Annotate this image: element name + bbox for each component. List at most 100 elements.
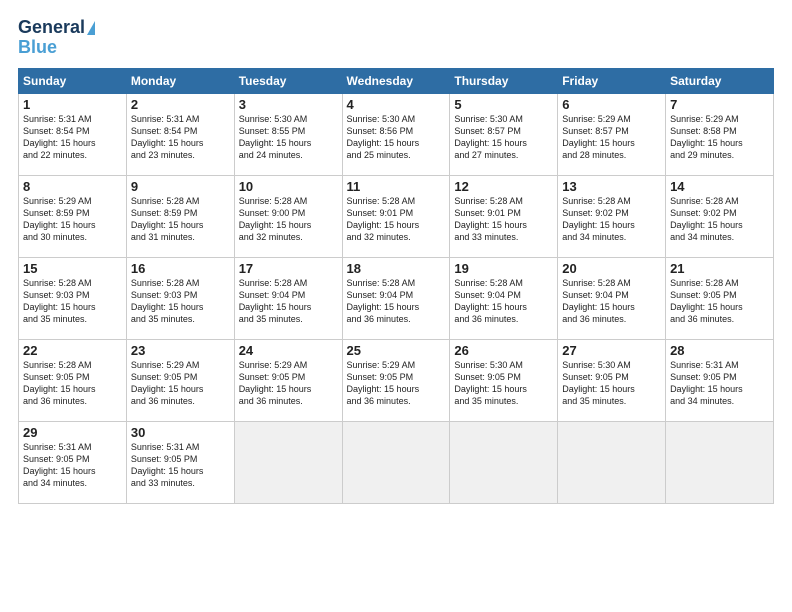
cell-info: Sunrise: 5:31 AMSunset: 8:54 PMDaylight:… xyxy=(131,114,204,160)
weekday-header-friday: Friday xyxy=(558,68,666,93)
calendar-week-2: 8 Sunrise: 5:29 AMSunset: 8:59 PMDayligh… xyxy=(19,175,774,257)
cell-info: Sunrise: 5:29 AMSunset: 9:05 PMDaylight:… xyxy=(347,360,420,406)
cell-info: Sunrise: 5:31 AMSunset: 8:54 PMDaylight:… xyxy=(23,114,96,160)
calendar-week-5: 29 Sunrise: 5:31 AMSunset: 9:05 PMDaylig… xyxy=(19,421,774,503)
day-number: 9 xyxy=(131,179,230,194)
calendar-cell: 27 Sunrise: 5:30 AMSunset: 9:05 PMDaylig… xyxy=(558,339,666,421)
calendar-cell: 26 Sunrise: 5:30 AMSunset: 9:05 PMDaylig… xyxy=(450,339,558,421)
calendar-cell: 8 Sunrise: 5:29 AMSunset: 8:59 PMDayligh… xyxy=(19,175,127,257)
weekday-header-sunday: Sunday xyxy=(19,68,127,93)
day-number: 26 xyxy=(454,343,553,358)
weekday-header-saturday: Saturday xyxy=(666,68,774,93)
calendar-cell: 4 Sunrise: 5:30 AMSunset: 8:56 PMDayligh… xyxy=(342,93,450,175)
calendar-cell: 17 Sunrise: 5:28 AMSunset: 9:04 PMDaylig… xyxy=(234,257,342,339)
day-number: 13 xyxy=(562,179,661,194)
calendar-cell: 21 Sunrise: 5:28 AMSunset: 9:05 PMDaylig… xyxy=(666,257,774,339)
calendar-cell: 18 Sunrise: 5:28 AMSunset: 9:04 PMDaylig… xyxy=(342,257,450,339)
cell-info: Sunrise: 5:30 AMSunset: 9:05 PMDaylight:… xyxy=(454,360,527,406)
page: General Blue SundayMondayTuesdayWednesda… xyxy=(0,0,792,612)
calendar-cell: 12 Sunrise: 5:28 AMSunset: 9:01 PMDaylig… xyxy=(450,175,558,257)
cell-info: Sunrise: 5:29 AMSunset: 8:59 PMDaylight:… xyxy=(23,196,96,242)
day-number: 18 xyxy=(347,261,446,276)
weekday-header-tuesday: Tuesday xyxy=(234,68,342,93)
day-number: 16 xyxy=(131,261,230,276)
day-number: 5 xyxy=(454,97,553,112)
day-number: 12 xyxy=(454,179,553,194)
cell-info: Sunrise: 5:28 AMSunset: 9:04 PMDaylight:… xyxy=(347,278,420,324)
day-number: 8 xyxy=(23,179,122,194)
calendar-cell xyxy=(234,421,342,503)
day-number: 21 xyxy=(670,261,769,276)
logo-triangle-icon xyxy=(87,21,95,35)
calendar-cell: 24 Sunrise: 5:29 AMSunset: 9:05 PMDaylig… xyxy=(234,339,342,421)
day-number: 1 xyxy=(23,97,122,112)
calendar-cell: 14 Sunrise: 5:28 AMSunset: 9:02 PMDaylig… xyxy=(666,175,774,257)
calendar-cell xyxy=(450,421,558,503)
cell-info: Sunrise: 5:31 AMSunset: 9:05 PMDaylight:… xyxy=(23,442,96,488)
cell-info: Sunrise: 5:31 AMSunset: 9:05 PMDaylight:… xyxy=(670,360,743,406)
calendar-cell: 15 Sunrise: 5:28 AMSunset: 9:03 PMDaylig… xyxy=(19,257,127,339)
weekday-header-wednesday: Wednesday xyxy=(342,68,450,93)
day-number: 14 xyxy=(670,179,769,194)
calendar-cell: 13 Sunrise: 5:28 AMSunset: 9:02 PMDaylig… xyxy=(558,175,666,257)
day-number: 19 xyxy=(454,261,553,276)
day-number: 17 xyxy=(239,261,338,276)
day-number: 4 xyxy=(347,97,446,112)
cell-info: Sunrise: 5:30 AMSunset: 8:57 PMDaylight:… xyxy=(454,114,527,160)
day-number: 10 xyxy=(239,179,338,194)
day-number: 20 xyxy=(562,261,661,276)
day-number: 27 xyxy=(562,343,661,358)
logo-general: General xyxy=(18,18,85,38)
calendar-week-1: 1 Sunrise: 5:31 AMSunset: 8:54 PMDayligh… xyxy=(19,93,774,175)
day-number: 7 xyxy=(670,97,769,112)
weekday-header-monday: Monday xyxy=(126,68,234,93)
calendar-header-row: SundayMondayTuesdayWednesdayThursdayFrid… xyxy=(19,68,774,93)
cell-info: Sunrise: 5:29 AMSunset: 9:05 PMDaylight:… xyxy=(131,360,204,406)
calendar-cell xyxy=(558,421,666,503)
day-number: 22 xyxy=(23,343,122,358)
day-number: 30 xyxy=(131,425,230,440)
calendar-cell: 22 Sunrise: 5:28 AMSunset: 9:05 PMDaylig… xyxy=(19,339,127,421)
calendar-week-4: 22 Sunrise: 5:28 AMSunset: 9:05 PMDaylig… xyxy=(19,339,774,421)
calendar-cell: 30 Sunrise: 5:31 AMSunset: 9:05 PMDaylig… xyxy=(126,421,234,503)
cell-info: Sunrise: 5:28 AMSunset: 9:05 PMDaylight:… xyxy=(23,360,96,406)
cell-info: Sunrise: 5:28 AMSunset: 9:04 PMDaylight:… xyxy=(454,278,527,324)
calendar-cell xyxy=(666,421,774,503)
calendar-cell: 23 Sunrise: 5:29 AMSunset: 9:05 PMDaylig… xyxy=(126,339,234,421)
cell-info: Sunrise: 5:28 AMSunset: 9:02 PMDaylight:… xyxy=(562,196,635,242)
calendar-cell: 10 Sunrise: 5:28 AMSunset: 9:00 PMDaylig… xyxy=(234,175,342,257)
calendar-cell: 29 Sunrise: 5:31 AMSunset: 9:05 PMDaylig… xyxy=(19,421,127,503)
cell-info: Sunrise: 5:28 AMSunset: 9:04 PMDaylight:… xyxy=(239,278,312,324)
calendar-cell: 20 Sunrise: 5:28 AMSunset: 9:04 PMDaylig… xyxy=(558,257,666,339)
cell-info: Sunrise: 5:28 AMSunset: 9:00 PMDaylight:… xyxy=(239,196,312,242)
header: General Blue xyxy=(18,18,774,58)
calendar-cell xyxy=(342,421,450,503)
logo-blue: Blue xyxy=(18,38,57,58)
day-number: 23 xyxy=(131,343,230,358)
cell-info: Sunrise: 5:28 AMSunset: 9:02 PMDaylight:… xyxy=(670,196,743,242)
cell-info: Sunrise: 5:29 AMSunset: 8:58 PMDaylight:… xyxy=(670,114,743,160)
calendar-cell: 6 Sunrise: 5:29 AMSunset: 8:57 PMDayligh… xyxy=(558,93,666,175)
logo: General Blue xyxy=(18,18,95,58)
calendar-cell: 2 Sunrise: 5:31 AMSunset: 8:54 PMDayligh… xyxy=(126,93,234,175)
cell-info: Sunrise: 5:28 AMSunset: 9:03 PMDaylight:… xyxy=(23,278,96,324)
cell-info: Sunrise: 5:28 AMSunset: 9:01 PMDaylight:… xyxy=(347,196,420,242)
cell-info: Sunrise: 5:28 AMSunset: 8:59 PMDaylight:… xyxy=(131,196,204,242)
cell-info: Sunrise: 5:31 AMSunset: 9:05 PMDaylight:… xyxy=(131,442,204,488)
cell-info: Sunrise: 5:30 AMSunset: 8:56 PMDaylight:… xyxy=(347,114,420,160)
day-number: 25 xyxy=(347,343,446,358)
calendar-week-3: 15 Sunrise: 5:28 AMSunset: 9:03 PMDaylig… xyxy=(19,257,774,339)
calendar-cell: 9 Sunrise: 5:28 AMSunset: 8:59 PMDayligh… xyxy=(126,175,234,257)
day-number: 2 xyxy=(131,97,230,112)
day-number: 3 xyxy=(239,97,338,112)
weekday-header-thursday: Thursday xyxy=(450,68,558,93)
calendar-cell: 3 Sunrise: 5:30 AMSunset: 8:55 PMDayligh… xyxy=(234,93,342,175)
cell-info: Sunrise: 5:30 AMSunset: 8:55 PMDaylight:… xyxy=(239,114,312,160)
calendar-cell: 5 Sunrise: 5:30 AMSunset: 8:57 PMDayligh… xyxy=(450,93,558,175)
calendar-cell: 28 Sunrise: 5:31 AMSunset: 9:05 PMDaylig… xyxy=(666,339,774,421)
cell-info: Sunrise: 5:28 AMSunset: 9:01 PMDaylight:… xyxy=(454,196,527,242)
calendar-table: SundayMondayTuesdayWednesdayThursdayFrid… xyxy=(18,68,774,504)
cell-info: Sunrise: 5:28 AMSunset: 9:04 PMDaylight:… xyxy=(562,278,635,324)
calendar-cell: 16 Sunrise: 5:28 AMSunset: 9:03 PMDaylig… xyxy=(126,257,234,339)
cell-info: Sunrise: 5:28 AMSunset: 9:05 PMDaylight:… xyxy=(670,278,743,324)
